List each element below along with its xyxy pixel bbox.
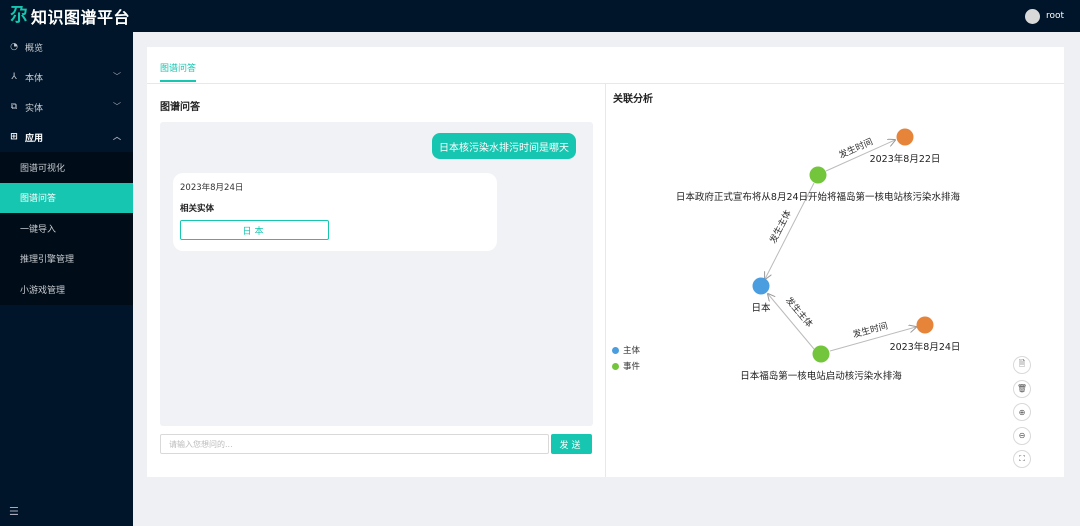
chevron-up-icon: ︿ bbox=[113, 132, 121, 141]
delete-icon[interactable]: 🗑 bbox=[1013, 379, 1031, 398]
zoom-out-icon[interactable]: ⊖ bbox=[1013, 426, 1031, 445]
sidebar: ◔ 概览 ⅄ 本体 ﹀ ⧉ 实体 ﹀ ⊞ 应用 ︿ 图谱可视化 图谱问答 一键导… bbox=[0, 32, 133, 526]
legend-dot bbox=[612, 362, 619, 370]
legend-dot bbox=[612, 346, 619, 354]
sidebar-item-graph-visualization[interactable]: 图谱可视化 bbox=[0, 152, 133, 183]
graph-toolbar: 🗎 🗑 ⊕ ⊖ ⛶ bbox=[1013, 356, 1031, 474]
legend-item-event[interactable]: 事件 bbox=[612, 358, 640, 374]
zoom-in-icon[interactable]: ⊕ bbox=[1013, 403, 1031, 421]
sidebar-item-label: 应用 bbox=[25, 133, 44, 144]
sidebar-item-graph-qa[interactable]: 图谱问答 bbox=[0, 182, 133, 213]
sidebar-item-mini-games[interactable]: 小游戏管理 bbox=[0, 274, 133, 305]
tab-graph-qa[interactable]: 图谱问答 bbox=[160, 61, 197, 82]
app-logo[interactable]: 尕 知识图谱平台 bbox=[0, 0, 133, 32]
chat-panel: 日本核污染水排污时间是哪天 2023年8月24日 相关实体 日本 bbox=[160, 122, 593, 426]
legend-item-subject[interactable]: 主体 bbox=[612, 342, 640, 358]
logo-icon: 尕 bbox=[10, 5, 28, 26]
dashboard-icon: ◔ bbox=[10, 42, 18, 52]
tab-bar: 图谱问答 bbox=[160, 61, 197, 83]
question-bubble: 日本核污染水排污时间是哪天 bbox=[432, 133, 576, 159]
app-title: 知识图谱平台 bbox=[31, 8, 131, 27]
export-icon[interactable]: 🗎 bbox=[1013, 356, 1031, 374]
answer-bubble: 2023年8月24日 相关实体 日本 bbox=[173, 173, 497, 251]
sidebar-item-apps[interactable]: ⊞ 应用 ︿ bbox=[0, 122, 133, 152]
sidebar-item-label: 本体 bbox=[25, 73, 44, 84]
question-input[interactable]: 请输入您想问的... bbox=[160, 434, 549, 454]
entity-icon: ⧉ bbox=[10, 102, 18, 112]
entity-button[interactable]: 日本 bbox=[180, 220, 329, 240]
apps-icon: ⊞ bbox=[10, 132, 18, 142]
top-bar: 尕 知识图谱平台 root bbox=[0, 0, 1080, 32]
sidebar-item-one-click-import[interactable]: 一键导入 bbox=[0, 213, 133, 244]
chevron-down-icon: ﹀ bbox=[113, 72, 121, 81]
user-menu[interactable]: root bbox=[1024, 0, 1064, 32]
legend-label: 事件 bbox=[623, 362, 641, 372]
graph-legend: 主体 事件 bbox=[612, 342, 640, 374]
sidebar-item-label: 概览 bbox=[25, 43, 44, 54]
answer-text: 2023年8月24日 bbox=[180, 183, 244, 193]
answer-subtitle: 相关实体 bbox=[180, 204, 215, 214]
sidebar-item-inference-engine[interactable]: 推理引擎管理 bbox=[0, 244, 133, 275]
sidebar-item-ontology[interactable]: ⅄ 本体 ﹀ bbox=[0, 62, 133, 92]
chevron-down-icon: ﹀ bbox=[113, 102, 121, 111]
graph-title: 关联分析 bbox=[613, 94, 653, 105]
user-name: root bbox=[1045, 11, 1064, 21]
collapse-menu-icon[interactable]: ☰ bbox=[9, 505, 19, 518]
qa-title: 图谱问答 bbox=[160, 102, 200, 113]
send-button[interactable]: 发送 bbox=[551, 434, 592, 454]
sidebar-item-entity[interactable]: ⧉ 实体 ﹀ bbox=[0, 92, 133, 122]
apps-submenu: 图谱可视化 图谱问答 一键导入 推理引擎管理 小游戏管理 bbox=[0, 152, 133, 305]
avatar bbox=[1024, 8, 1040, 24]
legend-label: 主体 bbox=[623, 346, 641, 356]
fit-screen-icon[interactable]: ⛶ bbox=[1013, 450, 1031, 468]
sidebar-item-label: 实体 bbox=[25, 103, 44, 114]
ontology-icon: ⅄ bbox=[11, 72, 17, 82]
panel-divider bbox=[605, 84, 606, 477]
sidebar-item-overview[interactable]: ◔ 概览 bbox=[0, 32, 133, 62]
main-card: 图谱问答 图谱问答 日本核污染水排污时间是哪天 2023年8月24日 相关实体 … bbox=[147, 47, 1064, 477]
